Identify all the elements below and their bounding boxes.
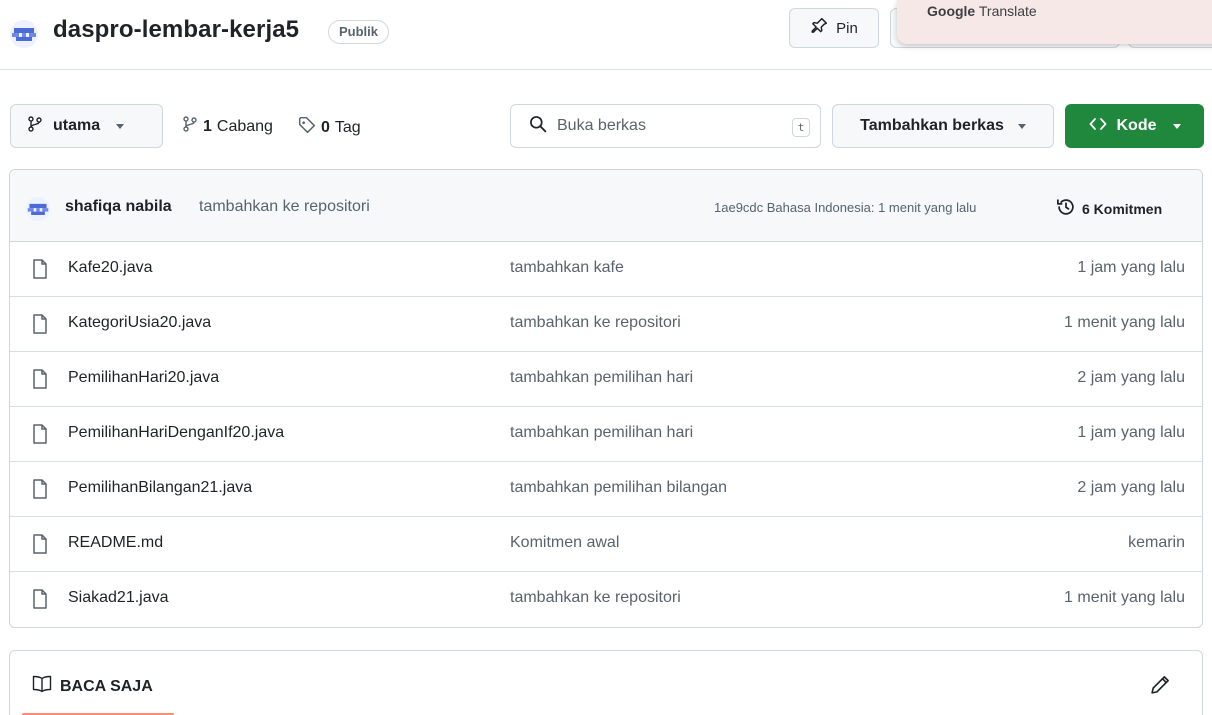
- pin-button[interactable]: Pin: [789, 8, 879, 48]
- file-name[interactable]: PemilihanHariDenganIf20.java: [68, 424, 284, 442]
- file-commit-time: 2 jam yang lalu: [1077, 479, 1185, 496]
- avatar[interactable]: [26, 197, 50, 221]
- chevron-down-icon: [1017, 123, 1026, 129]
- add-file-label: Tambahkan berkas: [860, 117, 1004, 134]
- search-icon: [529, 115, 547, 138]
- file-table: shafiqa nabila tambahkan ke repositori 1…: [9, 169, 1203, 628]
- branch-icon: [27, 115, 43, 137]
- branch-name: utama: [53, 117, 101, 134]
- visibility-badge: Publik: [328, 20, 390, 44]
- file-name[interactable]: PemilihanHari20.java: [68, 369, 219, 387]
- file-commit-time: 2 jam yang lalu: [1077, 369, 1185, 386]
- table-row: PemilihanHari20.java tambahkan pemilihan…: [10, 352, 1202, 407]
- latest-commit-bar: shafiqa nabila tambahkan ke repositori 1…: [10, 170, 1202, 242]
- file-name[interactable]: Siakad21.java: [68, 589, 169, 607]
- file-icon: [32, 589, 48, 614]
- search-placeholder: Buka berkas: [557, 117, 646, 134]
- file-commit-message[interactable]: tambahkan pemilihan hari: [510, 369, 693, 387]
- file-commit-time: 1 jam yang lalu: [1077, 424, 1185, 441]
- file-commit-message[interactable]: tambahkan kafe: [510, 259, 624, 277]
- file-commit-time: 1 menit yang lalu: [1064, 314, 1185, 331]
- tag-icon: [298, 116, 316, 139]
- readme-panel: BACA SAJA: [9, 650, 1203, 715]
- branch-selector-button[interactable]: utama: [10, 104, 163, 148]
- code-icon: [1089, 116, 1107, 137]
- file-commit-time: 1 jam yang lalu: [1077, 259, 1185, 276]
- google-translate-popup[interactable]: Google Translate: [897, 0, 1212, 44]
- tab-readme[interactable]: BACA SAJA: [32, 675, 153, 698]
- readme-tab-label: BACA SAJA: [60, 677, 153, 695]
- google-translate-label: Google Translate: [927, 3, 1037, 19]
- file-commit-message[interactable]: tambahkan pemilihan hari: [510, 424, 693, 442]
- table-row: PemilihanBilangan21.java tambahkan pemil…: [10, 462, 1202, 517]
- file-name[interactable]: KategoriUsia20.java: [68, 314, 211, 332]
- tag-count-link[interactable]: 0 Tag: [298, 116, 361, 139]
- commit-message[interactable]: tambahkan ke repositori: [199, 198, 370, 216]
- file-commit-time: kemarin: [1128, 534, 1185, 551]
- repo-header: daspro-lembar-kerja5 Publik Pin Google T…: [0, 0, 1212, 70]
- table-row: KategoriUsia20.java tambahkan ke reposit…: [10, 297, 1202, 352]
- file-commit-message[interactable]: tambahkan pemilihan bilangan: [510, 479, 727, 497]
- table-row: Kafe20.java tambahkan kafe 1 jam yang la…: [10, 242, 1202, 297]
- branch-count-label: Cabang: [216, 117, 273, 135]
- file-name[interactable]: PemilihanBilangan21.java: [68, 479, 252, 497]
- file-icon: [32, 479, 48, 504]
- file-icon: [32, 314, 48, 339]
- add-file-button[interactable]: Tambahkan berkas: [832, 104, 1054, 148]
- chevron-down-icon: [1172, 123, 1181, 129]
- branch-count: 1: [203, 117, 212, 135]
- commit-author[interactable]: shafiqa nabila: [65, 198, 172, 216]
- code-button[interactable]: Kode: [1065, 104, 1204, 148]
- table-row: PemilihanHariDenganIf20.java tambahkan p…: [10, 407, 1202, 462]
- tag-count-label: Tag: [334, 118, 361, 136]
- repo-owner-avatar[interactable]: [10, 20, 38, 48]
- table-row: README.md Komitmen awal kemarin: [10, 517, 1202, 572]
- pin-icon: [810, 17, 828, 39]
- file-icon: [32, 259, 48, 284]
- code-label: Kode: [1116, 117, 1157, 134]
- book-icon: [32, 675, 52, 698]
- commit-meta[interactable]: 1ae9cdc Bahasa Indonesia: 1 menit yang l…: [714, 200, 976, 215]
- file-icon: [32, 369, 48, 394]
- file-name[interactable]: Kafe20.java: [68, 259, 153, 277]
- file-icon: [32, 424, 48, 449]
- file-search-input[interactable]: Buka berkas t: [510, 104, 821, 148]
- file-icon: [32, 534, 48, 559]
- branch-icon: [182, 116, 198, 137]
- file-name[interactable]: README.md: [68, 534, 163, 552]
- commit-count: 6 Komitmen: [1082, 200, 1163, 217]
- chevron-down-icon: [116, 123, 125, 129]
- file-commit-time: 1 menit yang lalu: [1064, 589, 1185, 606]
- history-icon: [1056, 197, 1076, 220]
- file-commit-message[interactable]: tambahkan ke repositori: [510, 589, 681, 607]
- pencil-icon[interactable]: [1150, 675, 1170, 700]
- file-commit-message[interactable]: tambahkan ke repositori: [510, 314, 681, 332]
- repo-name[interactable]: daspro-lembar-kerja5: [53, 16, 299, 44]
- table-row: Siakad21.java tambahkan ke repositori 1 …: [10, 572, 1202, 627]
- tag-count: 0: [321, 118, 330, 136]
- search-shortcut-key: t: [792, 118, 810, 137]
- commit-history-link[interactable]: 6 Komitmen: [1056, 197, 1162, 220]
- file-commit-message[interactable]: Komitmen awal: [510, 534, 619, 552]
- pin-label: Pin: [836, 19, 858, 37]
- branch-count-link[interactable]: 1 Cabang: [182, 116, 273, 137]
